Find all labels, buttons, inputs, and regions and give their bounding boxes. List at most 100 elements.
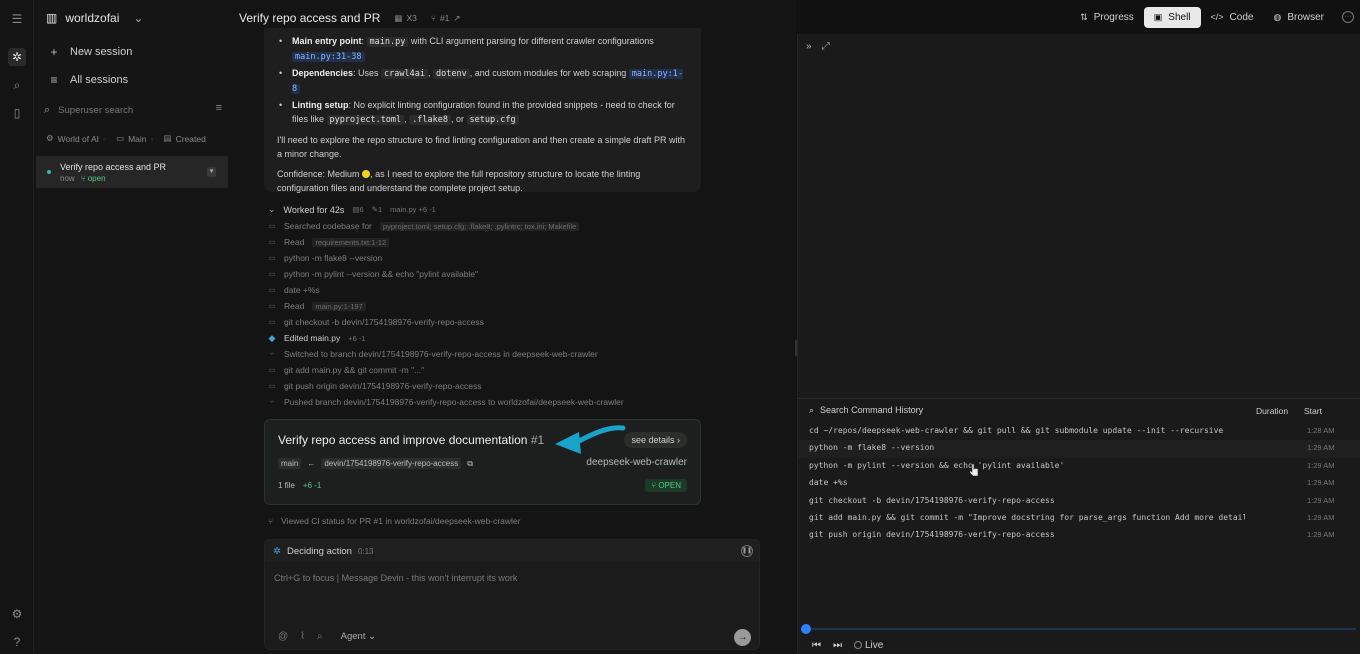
confidence-medium-dot xyxy=(362,170,371,178)
tab-code[interactable]: </> Code xyxy=(1201,7,1264,28)
chip-created[interactable]: ▤ Created xyxy=(164,133,206,144)
new-session-button[interactable]: + New session xyxy=(48,45,132,59)
step-row[interactable]: ▭ python -m flake8 --version xyxy=(268,250,708,266)
see-details-button[interactable]: see details › xyxy=(624,432,687,448)
step-row[interactable]: ▭ Read main.py:1-197 xyxy=(268,298,708,314)
terminal-icon: ▭ xyxy=(268,367,276,374)
timeline-scrubber[interactable] xyxy=(801,624,811,634)
pr-files: 1 file xyxy=(278,481,295,490)
settings-gear-icon[interactable]: ⚙ xyxy=(8,605,26,623)
copy-icon[interactable]: ⧉ xyxy=(467,459,473,469)
live-toggle[interactable]: Live xyxy=(854,640,883,651)
devin-logo-icon[interactable]: ✲ xyxy=(8,48,26,66)
pause-icon[interactable]: ❚❚ xyxy=(741,545,753,557)
more-options-icon[interactable]: ··· xyxy=(1342,11,1354,23)
history-row[interactable]: git push origin devin/1754198976-verify-… xyxy=(798,527,1360,544)
history-command: git add main.py && git commit -m "Improv… xyxy=(809,512,1245,522)
step-row[interactable]: ⑂ Switched to branch devin/1754198976-ver… xyxy=(268,346,708,362)
step-row[interactable]: ▭ Searched codebase for pyproject.toml; se… xyxy=(268,218,708,234)
history-row[interactable]: cd ~/repos/deepseek-web-crawler && git p… xyxy=(798,423,1360,440)
inline-code: main.py xyxy=(366,37,409,47)
history-row[interactable]: git add main.py && git commit -m "Improv… xyxy=(798,510,1360,527)
search-knowledge-icon[interactable]: ⌕ xyxy=(317,631,323,642)
search-command-history[interactable]: ⌕ Search Command History xyxy=(809,405,923,416)
bullet-label: Main entry point xyxy=(292,36,362,46)
timeline-track[interactable] xyxy=(805,628,1356,630)
worked-label: Worked for 42s xyxy=(283,204,345,215)
inline-code: crawl4ai xyxy=(381,69,428,79)
history-row[interactable]: git checkout -b devin/1754198976-verify-… xyxy=(798,493,1360,510)
send-button[interactable]: → xyxy=(734,629,751,646)
tab-progress[interactable]: ⇅ Progress xyxy=(1070,7,1144,28)
superuser-search[interactable]: ⌕ Superuser search ≡ xyxy=(44,102,224,118)
step-row[interactable]: ▭ Read requirements.txt:1-12 xyxy=(268,234,708,250)
chip-label: World of AI xyxy=(57,133,100,144)
workspace-name: worldzofai xyxy=(65,11,120,25)
step-row[interactable]: ▭ git add main.py && git commit -m "..." xyxy=(268,362,708,378)
pr-link[interactable]: ⑂ #1 ↗ xyxy=(431,13,461,24)
count-value: 1 xyxy=(377,205,383,214)
plus-icon: + xyxy=(50,45,58,59)
book-icon[interactable]: ▯ xyxy=(8,104,26,122)
session-meta: now ⑂ open xyxy=(60,174,106,183)
skip-back-icon[interactable]: ⏮ xyxy=(812,640,821,651)
chip-separator: ◦ xyxy=(103,133,107,144)
progress-icon: ⇅ xyxy=(1080,11,1088,22)
expand-icon[interactable]: ⤢ xyxy=(822,41,830,52)
message-paragraph: I'll need to explore the repo structure … xyxy=(277,135,685,159)
step-text: Read xyxy=(284,237,305,247)
help-icon[interactable]: ? xyxy=(8,633,26,651)
step-row[interactable]: ⑂ Pushed branch devin/1754198976-verify-r… xyxy=(268,394,708,410)
step-row[interactable]: ▭ git checkout -b devin/1754198976-verify… xyxy=(268,314,708,330)
history-row[interactable]: python -m flake8 --version 1:29 AM xyxy=(798,440,1360,458)
step-row[interactable]: ▭ date +%s xyxy=(268,282,708,298)
collapse-sidebar-icon[interactable]: ☰ xyxy=(8,10,26,28)
filter-icon[interactable]: ≡ xyxy=(216,102,222,114)
files-read-count: ▤6 xyxy=(352,205,364,214)
playback-timeline[interactable] xyxy=(801,624,1356,634)
message-composer: ✲ Deciding action 0:13 ❚❚ Ctrl+G to focu… xyxy=(264,539,760,650)
step-row[interactable]: ▭ python -m pylint --version && echo "pyl… xyxy=(268,266,708,282)
message-bullets: Main entry point: main.py with CLI argum… xyxy=(277,34,688,127)
pull-request-card[interactable]: Verify repo access and improve documenta… xyxy=(264,419,701,505)
step-text: git checkout -b devin/1754198976-verify-… xyxy=(284,317,484,327)
globe-icon: ◍ xyxy=(1273,11,1282,22)
duration-column-header[interactable]: Duration xyxy=(1256,406,1288,416)
worked-summary[interactable]: ⌄ Worked for 42s ▤6 ✎1 main.py +6 -1 xyxy=(268,204,436,215)
bullet-text: , and custom modules for web scraping xyxy=(469,68,629,78)
devin-spinner-icon: ✲ xyxy=(273,546,281,557)
step-row[interactable]: ▭ git push origin devin/1754198976-verify… xyxy=(268,378,708,394)
search-icon[interactable]: ⌕ xyxy=(8,76,26,94)
skip-forward-icon[interactable]: ⏭ xyxy=(833,640,842,651)
head-branch: devin/1754198976-verify-repo-access xyxy=(321,458,462,469)
sidebar: ▥ worldzofai ⌄ + New session ≡ All sessi… xyxy=(34,0,228,654)
attach-icon[interactable]: ⌇ xyxy=(300,631,305,642)
workspace-switcher[interactable]: ▥ worldzofai ⌄ xyxy=(46,10,143,26)
pr-repo: deepseek-web-crawler xyxy=(586,457,687,468)
archive-icon[interactable]: ▾ xyxy=(207,167,216,177)
step-row[interactable]: ◆ Edited main.py +6 -1 xyxy=(268,330,708,346)
history-command: cd ~/repos/deepseek-web-crawler && git p… xyxy=(809,426,1224,435)
history-row[interactable]: python -m pylint --version && echo 'pyli… xyxy=(798,458,1360,475)
chip-main[interactable]: ▭ Main ◦ xyxy=(116,133,153,144)
mention-icon[interactable]: @ xyxy=(278,631,288,642)
tab-browser[interactable]: ◍ Browser xyxy=(1263,7,1334,28)
agent-mode-select[interactable]: Agent ⌄ xyxy=(341,631,376,642)
inline-code: dotenv xyxy=(433,69,470,79)
org-icon: ⚙ xyxy=(46,133,54,143)
pr-title[interactable]: Verify repo access and improve documenta… xyxy=(278,433,544,447)
bullet-dependencies: Dependencies: Uses crawl4ai, dotenv, and… xyxy=(277,66,688,96)
deciding-action: ✲ Deciding action 0:13 xyxy=(273,546,374,557)
session-item[interactable]: Verify repo access and PR now ⑂ open ▾ xyxy=(36,156,228,188)
history-row[interactable]: date +%s 1:29 AM xyxy=(798,475,1360,492)
playback-controls: ⏮ ⏭ Live xyxy=(812,640,883,651)
code-reference[interactable]: main.py:31-38 xyxy=(292,52,365,62)
collapse-panel-icon[interactable]: » xyxy=(806,41,812,52)
tab-shell[interactable]: ▣ Shell xyxy=(1143,6,1201,28)
start-column-header[interactable]: Start xyxy=(1304,406,1322,416)
all-sessions-button[interactable]: ≡ All sessions xyxy=(48,73,128,87)
message-input[interactable]: Ctrl+G to focus | Message Devin - this w… xyxy=(274,573,517,583)
pr-status-label: OPEN xyxy=(658,481,681,490)
history-command: git push origin devin/1754198976-verify-… xyxy=(809,530,1055,540)
chip-world-of-ai[interactable]: ⚙ World of AI ◦ xyxy=(46,133,106,144)
